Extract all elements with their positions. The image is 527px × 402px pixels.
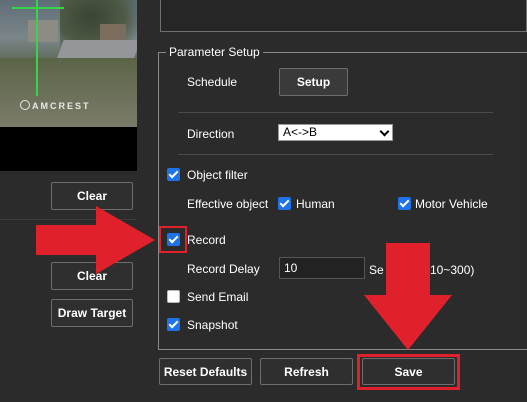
separator [178, 154, 493, 155]
top-panel [160, 0, 527, 32]
separator [178, 112, 493, 113]
send-email-label: Send Email [187, 290, 249, 304]
record-label: Record [187, 233, 226, 247]
send-email-checkbox[interactable] [167, 290, 180, 303]
motor-vehicle-label: Motor Vehicle [415, 197, 488, 211]
record-delay-label: Record Delay [187, 262, 260, 276]
camera-logo: AMCREST [20, 100, 91, 111]
rule-line-horizontal[interactable] [12, 7, 64, 9]
chevron-down-icon [379, 126, 390, 137]
draw-target-button[interactable]: Draw Target [51, 299, 133, 327]
annotation-arrow-down-icon [364, 243, 452, 350]
logo-text: AMCREST [32, 101, 91, 111]
parameter-setup-legend: Parameter Setup [166, 44, 263, 60]
snapshot-label: Snapshot [187, 318, 238, 332]
highlight-record-box [159, 226, 187, 253]
schedule-label: Schedule [187, 75, 238, 89]
record-delay-input[interactable]: 10 [279, 257, 365, 279]
object-filter-checkbox[interactable] [167, 168, 180, 181]
setup-button[interactable]: Setup [279, 68, 348, 96]
object-filter-label: Object filter [187, 168, 248, 182]
annotation-arrow-right-icon [36, 206, 155, 274]
direction-label: Direction [187, 127, 235, 141]
reset-defaults-button[interactable]: Reset Defaults [159, 358, 252, 385]
effective-object-label: Effective object [187, 197, 269, 211]
snapshot-checkbox[interactable] [167, 318, 180, 331]
direction-value: A<->B [283, 125, 318, 139]
motor-vehicle-checkbox[interactable] [398, 197, 411, 210]
highlight-save-box [357, 354, 460, 390]
refresh-button[interactable]: Refresh [260, 358, 353, 385]
rule-line-vertical[interactable] [36, 0, 38, 96]
camera-preview: AMCREST [0, 0, 137, 127]
human-label: Human [296, 197, 335, 211]
preview-black-area [0, 127, 137, 171]
human-checkbox[interactable] [278, 197, 291, 210]
direction-select[interactable]: A<->B [278, 124, 393, 141]
